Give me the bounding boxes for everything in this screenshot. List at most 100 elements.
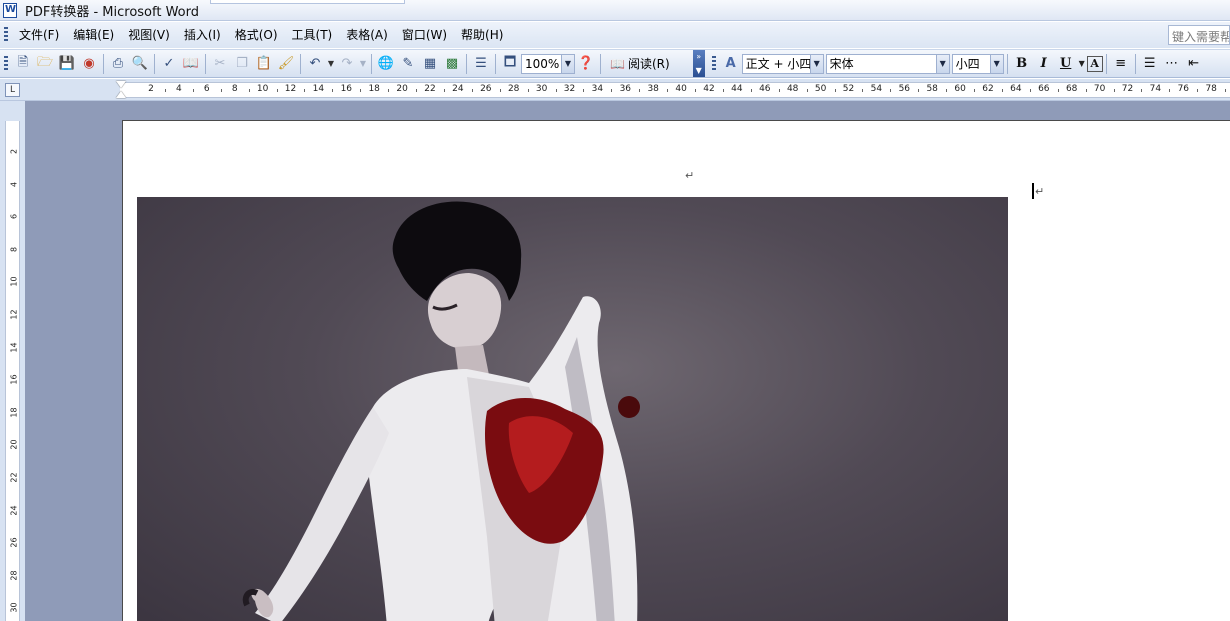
toolbar-grip[interactable] (4, 55, 8, 72)
ruler-tick-label: 42 (703, 84, 715, 94)
indent-marker[interactable] (116, 81, 126, 100)
zoom-select[interactable]: 100% ▼ (521, 53, 575, 74)
chevron-down-icon[interactable]: ▼ (935, 54, 949, 73)
help-search-input[interactable]: 键入需要帮 (1168, 25, 1230, 45)
ruler-tick-label: 34 (591, 84, 604, 94)
text-cursor (1032, 183, 1034, 199)
undo-dropdown-icon[interactable]: ▼ (326, 53, 336, 75)
window-tab-strip (210, 0, 405, 4)
menu-edit[interactable]: 编辑(E) (66, 22, 121, 48)
menu-bar-grip[interactable] (4, 27, 8, 43)
ruler-tick-label: 58 (926, 84, 938, 94)
bullets-icon[interactable]: ⋯ (1161, 53, 1183, 75)
ruler-tick (388, 89, 390, 92)
align-center-icon[interactable]: ≡ (1110, 53, 1132, 75)
ruler-tick-label: 10 (256, 84, 269, 94)
cut-icon[interactable]: ✂ (209, 53, 231, 75)
menu-insert[interactable]: 插入(I) (177, 22, 228, 48)
research-icon[interactable]: 📖 (180, 53, 202, 75)
ruler-tick (667, 89, 669, 92)
ruler-tick (946, 89, 948, 92)
tables-borders-icon[interactable]: ✎ (397, 53, 419, 75)
ruler-tick-label: 30 (535, 84, 548, 94)
menu-window[interactable]: 窗口(W) (395, 22, 454, 48)
new-document-icon[interactable]: 🗎 (12, 53, 34, 75)
document-map-icon[interactable]: 🗖 (499, 53, 521, 75)
menu-format[interactable]: 格式(O) (228, 22, 285, 48)
menu-table[interactable]: 表格(A) (339, 22, 395, 48)
vertical-ruler[interactable]: 2 4 6 8 10 12 14 16 18 20 22 24 26 28 30 (5, 121, 20, 621)
tab-selector[interactable]: L (5, 83, 20, 97)
ruler-tick-label: 24 (9, 505, 19, 516)
save-icon[interactable]: 💾 (56, 53, 78, 75)
chevron-down-icon[interactable]: ▼ (809, 54, 823, 73)
paste-icon[interactable]: 📋 (253, 53, 275, 75)
redo-icon[interactable]: ↷ (336, 53, 358, 75)
word-document-icon[interactable] (3, 2, 17, 18)
paragraph-mark: ↵ (1035, 185, 1045, 198)
menu-help[interactable]: 帮助(H) (454, 22, 510, 48)
menu-tools[interactable]: 工具(T) (285, 22, 340, 48)
redo-dropdown-icon[interactable]: ▼ (358, 53, 368, 75)
ruler-tick (639, 89, 641, 92)
permission-icon[interactable]: ◉ (78, 53, 100, 75)
toolbar-separator (495, 53, 496, 74)
ruler-tick (360, 89, 362, 92)
columns-icon[interactable]: ☰ (470, 53, 492, 75)
standard-toolbar: 🗎 🗁 💾 ◉ ⎙ 🔍 ✓ 📖 ✂ ❐ 📋 🖌 ↶ ▼ ↷ ▼ 🌐 ✎ ▦ ▩ … (0, 49, 1230, 78)
font-select[interactable]: 宋体 ▼ (825, 53, 950, 74)
underline-dropdown-icon[interactable]: ▼ (1077, 53, 1087, 75)
underline-button[interactable]: U (1055, 53, 1077, 75)
read-button[interactable]: 📖 阅读(R) (604, 55, 676, 72)
ruler-tick (499, 89, 501, 92)
ruler-tick (416, 89, 418, 92)
ruler-tick-label: 62 (982, 84, 994, 94)
photo-rose (618, 396, 640, 418)
toolbar-separator (1006, 53, 1008, 74)
print-icon[interactable]: ⎙ (107, 53, 129, 75)
photo-face (427, 273, 502, 350)
ruler-tick (304, 89, 306, 92)
ruler-tick-label: 18 (9, 407, 19, 418)
ruler-tick-label: 78 (1205, 84, 1217, 94)
toolbar-options-icon[interactable]: » ▼ (692, 50, 705, 77)
toolbar-separator (371, 53, 372, 74)
chevron-down-icon[interactable]: ▼ (561, 54, 574, 73)
photo-figure (242, 201, 640, 621)
undo-icon[interactable]: ↶ (304, 53, 326, 75)
inserted-photo[interactable] (137, 197, 1008, 621)
format-painter-icon[interactable]: 🖌 (275, 53, 297, 75)
ruler-tick (1141, 89, 1143, 92)
ruler-tick (527, 89, 529, 92)
ruler-tick-label: 8 (231, 84, 238, 94)
ruler-tick-label: 4 (9, 181, 19, 187)
menu-file[interactable]: 文件(F) (12, 22, 66, 48)
document-page[interactable]: ↵ ↵ (122, 120, 1230, 621)
toolbar-separator (300, 53, 301, 74)
ruler-tick-label: 2 (148, 84, 154, 94)
spelling-icon[interactable]: ✓ (158, 53, 180, 75)
ruler-tick-label: 6 (9, 214, 19, 220)
horizontal-ruler[interactable]: 2 4 6 8 10 12 14 16 18 20 22 24 26 28 30 32 34 36 38 40 42 44… (120, 82, 1230, 98)
formatting-toolbar-grip[interactable] (711, 55, 716, 72)
decrease-indent-icon[interactable]: ⇤ (1183, 53, 1205, 75)
hyperlink-icon[interactable]: 🌐 (375, 53, 397, 75)
ruler-tick (611, 89, 613, 92)
chevron-down-icon[interactable]: ▼ (989, 54, 1003, 73)
style-select[interactable]: 正文 + 小四 ▼ (741, 53, 824, 74)
italic-button[interactable]: I (1033, 53, 1055, 75)
word-window: PDF转换器 - Microsoft Word 文件(F) 编辑(E) 视图(V… (0, 0, 1230, 621)
styles-formatting-icon[interactable]: A (720, 53, 742, 75)
help-icon[interactable]: ❓ (575, 53, 597, 75)
print-preview-icon[interactable]: 🔍 (129, 53, 151, 75)
bold-button[interactable]: B (1011, 53, 1033, 75)
font-size-select[interactable]: 小四 ▼ (951, 53, 1004, 74)
font-color-button[interactable]: A (1086, 55, 1103, 72)
copy-icon[interactable]: ❐ (231, 53, 253, 75)
ruler-tick-label: 32 (563, 84, 576, 94)
insert-excel-icon[interactable]: ▩ (441, 53, 463, 75)
insert-table-icon[interactable]: ▦ (419, 53, 441, 75)
numbering-icon[interactable]: ☰ (1139, 53, 1161, 75)
menu-view[interactable]: 视图(V) (121, 22, 177, 48)
open-folder-icon[interactable]: 🗁 (34, 53, 56, 75)
